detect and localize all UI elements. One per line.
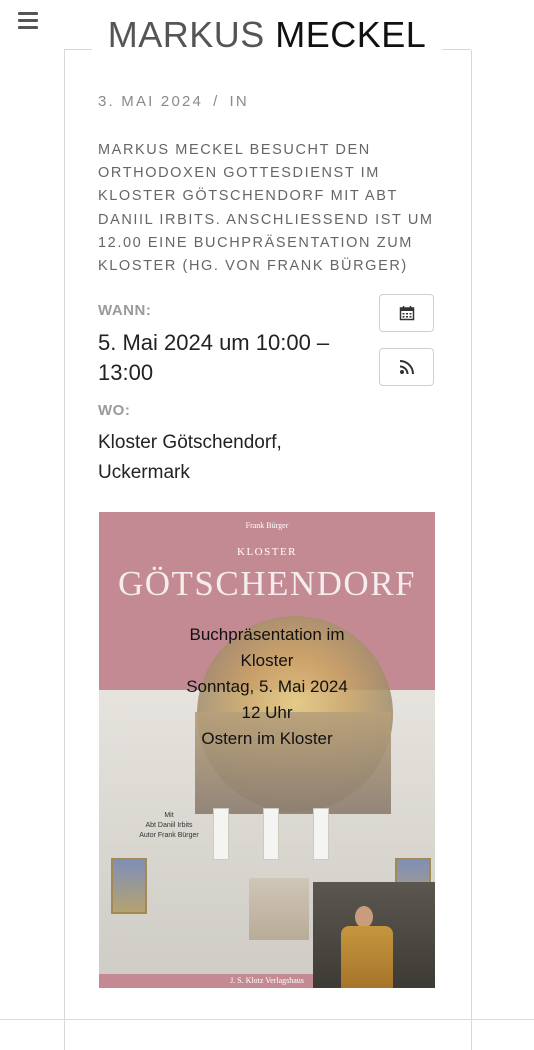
overlay-line: Sonntag, 5. Mai 2024: [186, 677, 348, 696]
site-title-first: MARKUS: [107, 14, 265, 55]
calendar-icon: [399, 306, 414, 321]
poster-small-line: Mit: [164, 812, 174, 819]
poster-small-line: Abt Daniil Irbits: [145, 822, 193, 829]
site-title-last: MECKEL: [275, 14, 427, 55]
event-poster-image[interactable]: Frank Bürger KLOSTER GÖTSCHENDORF Buchpr…: [99, 512, 435, 988]
post-meta: 3. MAI 2024 / IN: [98, 93, 249, 110]
meta-separator: /: [213, 93, 220, 110]
poster-window: [313, 808, 329, 860]
post-date[interactable]: 3. MAI 2024: [98, 93, 203, 110]
post-category-prefix: IN: [229, 93, 249, 110]
overlay-line: 12 Uhr: [241, 703, 293, 722]
where-value: Kloster Götschendorf, Uckermark: [98, 432, 282, 483]
overlay-line: Buchpräsentation im: [189, 625, 345, 644]
where-label: WO:: [98, 402, 131, 419]
page-divider: [0, 1019, 534, 1020]
poster-small-line: Autor Frank Bürger: [139, 832, 199, 839]
overlay-line: Kloster: [240, 651, 294, 670]
rss-feed-icon: [399, 360, 414, 375]
poster-priest-photo: [313, 882, 435, 988]
poster-icon-painting: [111, 858, 147, 914]
poster-altar: [249, 878, 309, 940]
when-label: WANN:: [98, 302, 152, 319]
poster-title: GÖTSCHENDORF: [117, 564, 417, 603]
poster-small-text: Mit Abt Daniil Irbits Autor Frank Bürger: [123, 811, 215, 841]
when-value: 5. Mai 2024 um 10:00 – 13:00: [98, 330, 330, 385]
poster-author: Frank Bürger: [245, 521, 289, 530]
post-summary: MARKUS MECKEL BESUCHT DEN ORTHODOXEN GOT…: [98, 142, 434, 275]
poster-window: [213, 808, 229, 860]
overlay-line: Ostern im Kloster: [201, 729, 333, 748]
poster-window: [263, 808, 279, 860]
poster-overlay-text: Buchpräsentation im Kloster Sonntag, 5. …: [99, 622, 435, 752]
poster-publisher: J. S. Klotz Verlagshaus: [230, 976, 304, 985]
add-to-calendar-button[interactable]: [379, 294, 434, 332]
poster-kicker: KLOSTER: [237, 546, 297, 558]
priest-head: [355, 906, 373, 928]
rss-feed-button[interactable]: [379, 348, 434, 386]
